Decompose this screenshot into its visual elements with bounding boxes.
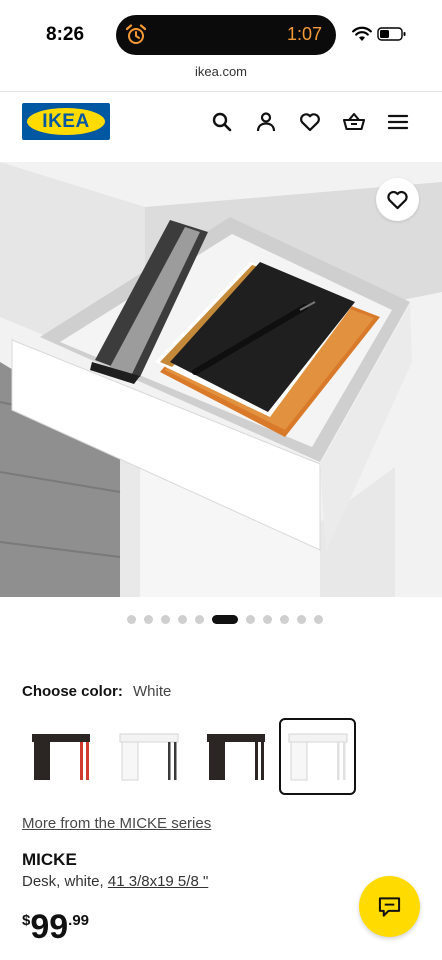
choose-color-label: Choose color:	[22, 683, 123, 700]
carousel-dot[interactable]	[144, 614, 153, 624]
alarm-icon	[125, 24, 147, 44]
selected-color-value: White	[133, 683, 172, 700]
add-to-favorites-button[interactable]	[376, 178, 419, 221]
series-link[interactable]: More from the MICKE series	[22, 815, 211, 832]
image-carousel-indicator[interactable]	[127, 613, 323, 625]
price-decimal: .99	[68, 912, 90, 929]
carousel-dot[interactable]	[161, 614, 170, 624]
product-name: MICKE	[22, 850, 77, 869]
carousel-dot[interactable]	[178, 614, 187, 624]
color-swatch-white-black[interactable]	[110, 718, 187, 795]
color-swatch-black-brown[interactable]	[197, 718, 274, 795]
chat-button[interactable]	[359, 876, 420, 937]
carousel-dot[interactable]	[127, 614, 136, 624]
favorites-icon[interactable]	[298, 110, 322, 134]
timer-text: 1:07	[286, 24, 322, 44]
chat-icon	[378, 897, 401, 917]
battery-icon	[377, 27, 406, 41]
address-divider	[0, 91, 442, 92]
carousel-dot-active[interactable]	[212, 614, 238, 624]
carousel-dot[interactable]	[263, 614, 272, 624]
carousel-dot[interactable]	[280, 614, 289, 624]
color-swatch-white[interactable]	[279, 718, 356, 795]
price-currency: $	[22, 912, 31, 929]
color-swatch-black-brown-red[interactable]	[22, 718, 99, 795]
address-bar[interactable]: ikea.com	[0, 64, 442, 90]
search-icon[interactable]	[210, 110, 234, 134]
price-whole: 99	[30, 908, 69, 946]
status-bar: 8:26 1:07	[0, 0, 442, 66]
product-image[interactable]	[0, 162, 442, 597]
carousel-dot[interactable]	[314, 614, 323, 624]
product-description: Desk, white, 41 3/8x19 5/8 "	[22, 873, 208, 890]
cart-icon[interactable]	[342, 110, 366, 134]
heart-icon	[387, 190, 408, 210]
carousel-dot[interactable]	[195, 614, 204, 624]
color-chooser: Choose color: White	[22, 683, 171, 700]
dynamic-island[interactable]: 1:07	[116, 15, 336, 55]
account-icon[interactable]	[254, 110, 278, 134]
ikea-logo[interactable]: IKEA	[22, 103, 110, 140]
product-price: $99.99	[22, 908, 89, 947]
logo-text: IKEA	[42, 111, 90, 132]
carousel-dot[interactable]	[297, 614, 306, 624]
product-description-text: Desk, white,	[22, 873, 104, 890]
menu-icon[interactable]	[386, 110, 410, 134]
wifi-icon	[352, 26, 372, 41]
status-time: 8:26	[46, 24, 85, 45]
carousel-dot[interactable]	[246, 614, 255, 624]
product-dimensions-link[interactable]: 41 3/8x19 5/8 "	[108, 873, 208, 890]
